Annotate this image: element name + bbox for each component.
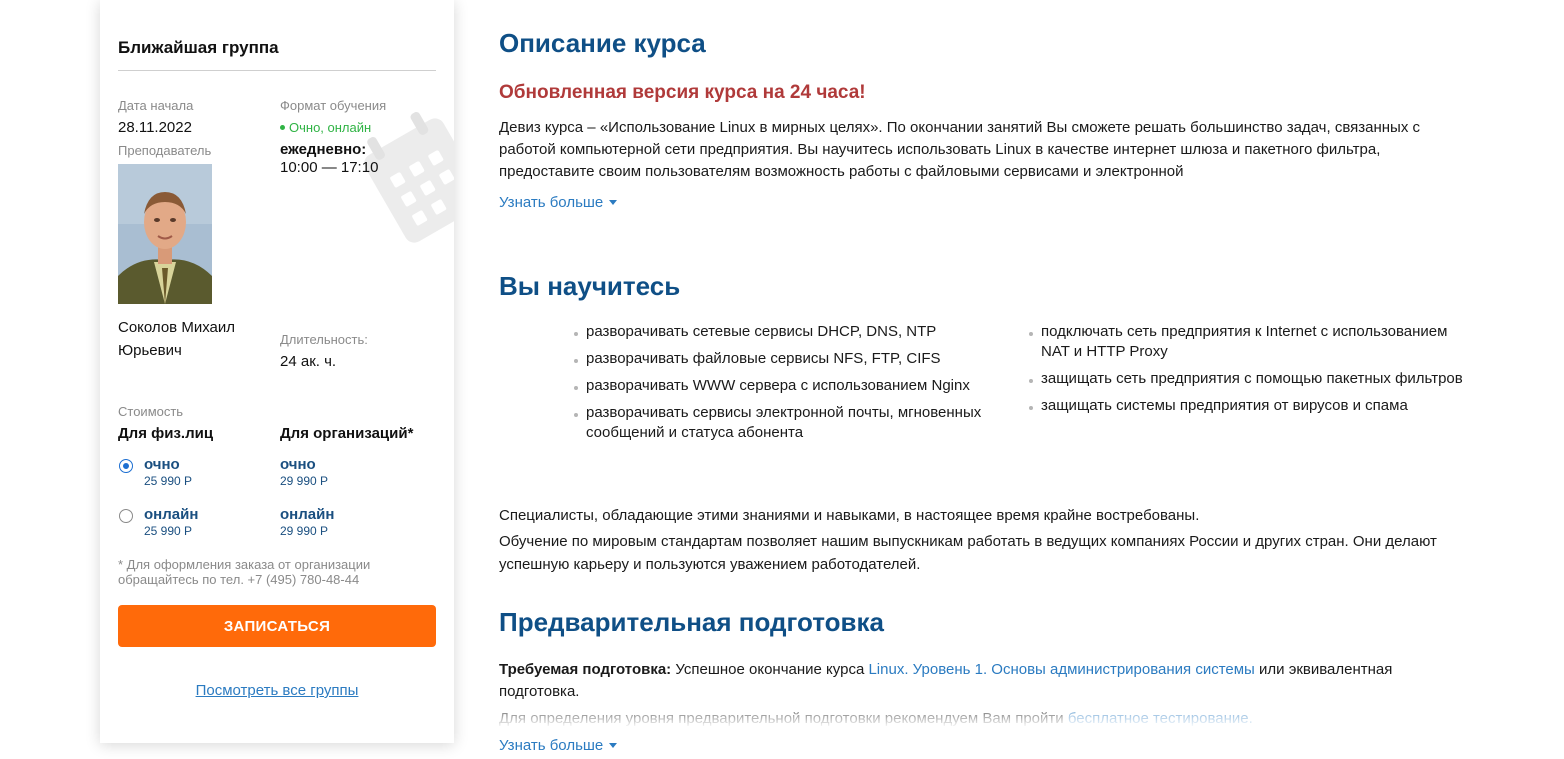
duration-label: Длительность:: [280, 332, 368, 347]
list-item: разворачивать сетевые сервисы DHCP, DNS,…: [574, 322, 1004, 342]
required-preparation: Требуемая подготовка: Успешное окончание…: [499, 659, 1459, 703]
prerequisites-title: Предварительная подготовка: [499, 607, 884, 637]
format-value-text: Очно, онлайн: [289, 120, 372, 135]
skills-list-left: разворачивать сетевые сервисы DHCP, DNS,…: [574, 322, 1004, 450]
format-label: Формат обучения: [280, 98, 387, 113]
more-link-label-2[interactable]: Узнать больше: [499, 737, 603, 754]
free-testing-link[interactable]: бесплатное тестирование.: [1068, 710, 1253, 726]
more-link-description[interactable]: Узнать больше: [499, 194, 618, 211]
prerequisite-course-link[interactable]: Linux. Уровень 1. Основы администрирован…: [868, 661, 1254, 678]
enroll-button[interactable]: ЗАПИСАТЬСЯ: [118, 605, 436, 647]
learn-title: Вы научитесь: [499, 271, 681, 301]
start-date-label: Дата начала: [118, 98, 194, 113]
list-item: разворачивать сервисы электронной почты,…: [574, 403, 1004, 443]
list-item: защищать сеть предприятия с помощью паке…: [1029, 369, 1469, 389]
caret-down-icon: [609, 200, 618, 205]
org-option-name-ochno: очно: [280, 456, 316, 473]
list-item: защищать системы предприятия от вирусов …: [1029, 396, 1469, 416]
duration-value: 24 ак. ч.: [280, 353, 337, 370]
list-item: разворачивать файловые сервисы NFS, FTP,…: [574, 349, 1004, 369]
more-link-prerequisites[interactable]: Узнать больше: [499, 737, 618, 754]
required-preparation-text-before: Успешное окончание курса: [671, 661, 869, 678]
skills-list-right: подключать сеть предприятия к Internet с…: [1029, 322, 1469, 423]
more-link-label[interactable]: Узнать больше: [499, 194, 603, 211]
option-price-online: 25 990 Р: [144, 524, 193, 538]
org-option-price-online: 29 990 Р: [280, 524, 329, 538]
option-name-ochno[interactable]: очно: [144, 456, 180, 473]
list-item: подключать сеть предприятия к Internet с…: [1029, 322, 1469, 362]
schedule: ежедневно: 10:00 — 17:10: [280, 141, 420, 177]
individuals-heading: Для физ.лиц: [118, 425, 214, 442]
required-preparation-label: Требуемая подготовка:: [499, 661, 672, 678]
testing-recommendation: Для определения уровня предварительной п…: [499, 708, 1459, 726]
updated-version-heading: Обновленная версия курса на 24 часа!: [499, 82, 866, 103]
org-option-price-ochno: 29 990 Р: [280, 474, 329, 488]
card-title: Ближайшая группа: [118, 38, 279, 57]
view-all-groups-link[interactable]: Посмотреть все группы: [100, 682, 454, 699]
teacher-label: Преподаватель: [118, 143, 212, 158]
org-option-name-online: онлайн: [280, 506, 335, 523]
description-title: Описание курса: [499, 28, 706, 58]
nearest-group-card: Ближайшая группа Дата начала 28.11.2022 …: [100, 0, 454, 743]
schedule-days: ежедневно:: [280, 141, 367, 158]
format-value: Очно, онлайн: [280, 120, 371, 135]
description-text: Девиз курса – «Использование Linux в мир…: [499, 119, 1420, 180]
teacher-name: Соколов Михаил Юрьевич: [118, 319, 235, 359]
cost-label: Стоимость: [118, 404, 184, 419]
radio-ochno[interactable]: [119, 459, 133, 473]
option-name-online[interactable]: онлайн: [144, 506, 198, 523]
standards-text: Обучение по мировым стандартам позволяет…: [499, 533, 1437, 573]
caret-down-icon: [609, 743, 618, 748]
organizations-heading: Для организаций*: [280, 425, 414, 442]
list-item: разворачивать WWW сервера с использовани…: [574, 376, 1004, 396]
teacher-photo: [118, 164, 212, 304]
calendar-watermark-icon: [362, 112, 454, 257]
testing-text: Для определения уровня предварительной п…: [499, 710, 1068, 726]
option-price-ochno: 25 990 Р: [144, 474, 193, 488]
schedule-time: 10:00 — 17:10: [280, 159, 379, 176]
status-dot-icon: [280, 125, 285, 130]
radio-online[interactable]: [119, 509, 133, 523]
specialists-text: Специалисты, обладающие этими знаниями и…: [499, 507, 1200, 524]
card-divider: [118, 70, 436, 71]
organization-footnote: * Для оформления заказа от организации о…: [118, 557, 371, 587]
start-date-value: 28.11.2022: [118, 119, 192, 136]
